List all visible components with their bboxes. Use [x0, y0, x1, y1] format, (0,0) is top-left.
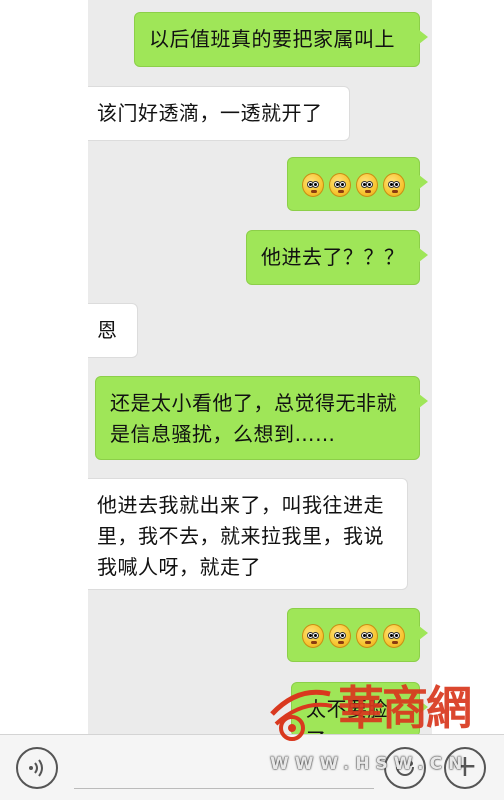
- shocked-face-emoji: [302, 172, 324, 197]
- message-bubble-outgoing[interactable]: [287, 157, 428, 211]
- shocked-face-emoji: [356, 172, 378, 197]
- message-bubble-outgoing[interactable]: 他进去了？？？: [246, 230, 428, 285]
- message-bubble-incoming[interactable]: 恩: [88, 303, 138, 358]
- plus-icon: +: [452, 749, 478, 784]
- message-bubble-outgoing[interactable]: 太不要脸了: [291, 682, 428, 734]
- voice-button[interactable]: [16, 747, 58, 789]
- shocked-face-emoji: [302, 623, 324, 648]
- voice-icon: [29, 759, 43, 777]
- message-bubble-outgoing[interactable]: [287, 608, 428, 662]
- message-text: 该门好透滴，一透就开了: [97, 101, 323, 125]
- message-text: 他进去我就出来了，叫我往进走里，我不去，就来拉我里，我说我喊人呀，就走了: [97, 493, 384, 579]
- emoji-row: [302, 169, 405, 200]
- screen-edge-left: [0, 0, 88, 734]
- message-bubble-outgoing[interactable]: 还是太小看他了，总觉得无非就是信息骚扰，么想到……: [95, 376, 428, 460]
- message-text: 还是太小看他了，总觉得无非就是信息骚扰，么想到……: [110, 391, 397, 446]
- shocked-face-emoji: [329, 172, 351, 197]
- input-bar: +: [0, 734, 504, 800]
- more-button[interactable]: +: [444, 747, 486, 789]
- emoji-button[interactable]: [384, 747, 426, 789]
- message-bubble-incoming[interactable]: 他进去我就出来了，叫我往进走里，我不去，就来拉我里，我说我喊人呀，就走了: [88, 478, 408, 590]
- message-bubble-incoming[interactable]: 该门好透滴，一透就开了: [88, 86, 350, 141]
- screen-edge-right: [432, 0, 504, 734]
- message-text: 恩: [97, 318, 118, 342]
- shocked-face-emoji: [383, 623, 405, 648]
- shocked-face-emoji: [356, 623, 378, 648]
- message-text: 以后值班真的要把家属叫上: [149, 27, 395, 51]
- shocked-face-emoji: [383, 172, 405, 197]
- message-text: 他进去了？？？: [261, 245, 405, 269]
- chat-area[interactable]: 以后值班真的要把家属叫上 该门好透滴，一透就开了 他进去了？？？ 恩 还是太小看…: [88, 0, 432, 734]
- message-bubble-outgoing[interactable]: 以后值班真的要把家属叫上: [134, 12, 428, 67]
- shocked-face-emoji: [329, 623, 351, 648]
- message-input[interactable]: [74, 745, 374, 789]
- message-text: 太不要脸了: [306, 697, 388, 734]
- emoji-row: [302, 620, 405, 651]
- smiley-icon: [396, 767, 414, 776]
